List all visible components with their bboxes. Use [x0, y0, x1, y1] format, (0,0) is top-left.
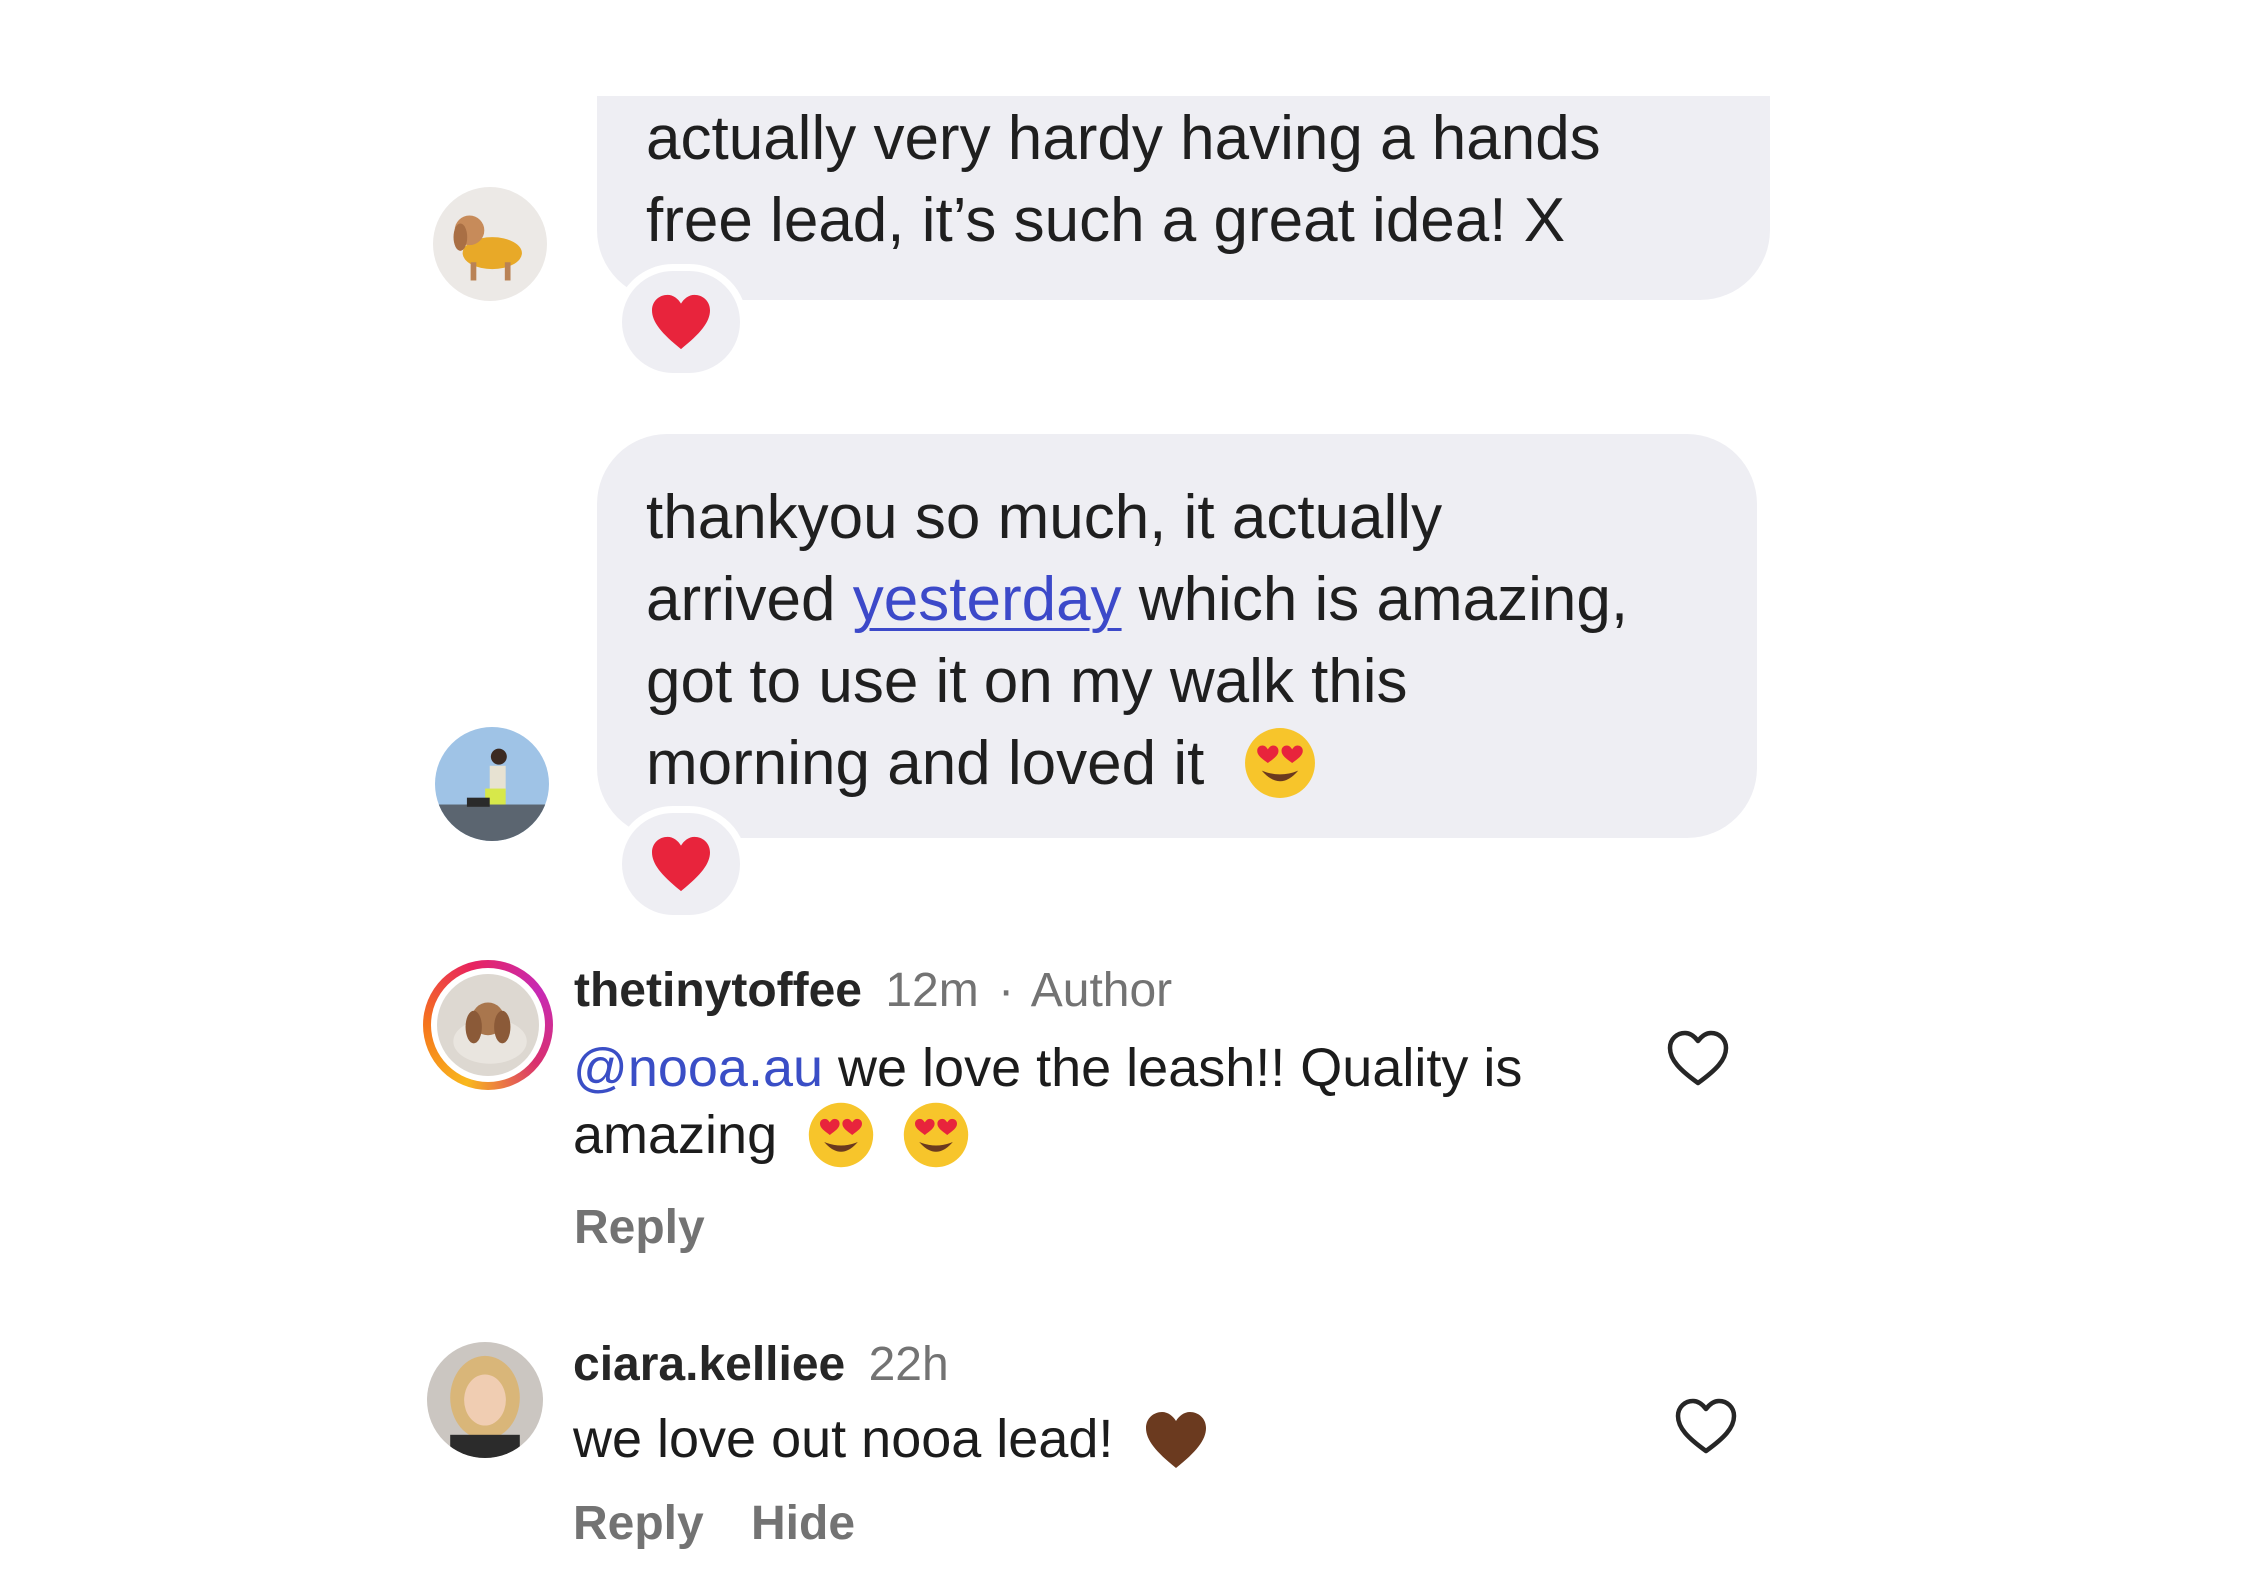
meta-separator: ·	[998, 964, 1015, 1017]
like-heart-icon[interactable]	[1674, 1397, 1738, 1455]
message-bubble[interactable]: actually very hardy having a hands free …	[597, 96, 1770, 300]
comment-text-line: we love out nooa lead!	[573, 1406, 1208, 1472]
message-text-line: thankyou so much, it actually	[646, 483, 1443, 552]
comment-text: amazing	[573, 1105, 778, 1165]
comments-thread: actually very hardy having a hands free …	[0, 0, 2245, 1587]
heart-eyes-emoji-icon	[903, 1102, 969, 1167]
message-text-line: actually very hardy having a hands	[646, 104, 1601, 173]
reaction-badge[interactable]	[615, 806, 747, 922]
story-ring[interactable]	[423, 960, 553, 1090]
reply-button[interactable]: Reply	[573, 1494, 704, 1554]
avatar-person-outdoor[interactable]	[435, 727, 549, 841]
author-badge: Author	[1030, 964, 1173, 1017]
message-text-line: free lead, it’s such a great idea! X	[646, 186, 1566, 255]
red-heart-icon	[652, 294, 710, 350]
avatar-blonde-woman[interactable]	[427, 1342, 543, 1458]
date-link[interactable]: yesterday	[853, 565, 1122, 634]
avatar-dog-brown	[437, 974, 539, 1076]
heart-eyes-emoji-icon	[808, 1102, 874, 1167]
reply-button[interactable]: Reply	[574, 1198, 705, 1258]
heart-eyes-emoji-icon	[1244, 727, 1315, 798]
message-text: arrived	[646, 565, 836, 634]
hide-button[interactable]: Hide	[751, 1494, 855, 1554]
message-text-line: got to use it on my walk this	[646, 647, 1408, 716]
comment-text: we love out nooa lead!	[573, 1409, 1114, 1469]
comment-header: ciara.kelliee 22h	[573, 1335, 949, 1395]
message-text-line: arrived yesterday which is amazing,	[646, 559, 1717, 641]
avatar-dog-yellow-coat[interactable]	[433, 187, 547, 301]
comment-text: we love the leash!! Quality is	[823, 1038, 1523, 1098]
comment-time: 22h	[868, 1338, 949, 1391]
comment-text-line: @nooa.au we love the leash!! Quality is	[573, 1035, 1522, 1101]
username-link[interactable]: ciara.kelliee	[573, 1338, 845, 1391]
reaction-badge[interactable]	[615, 264, 747, 380]
red-heart-icon	[652, 836, 710, 892]
username-link[interactable]: thetinytoffee	[574, 964, 862, 1017]
message-text: which is amazing,	[1138, 565, 1629, 634]
message-bubble[interactable]: thankyou so much, it actually arrived ye…	[597, 434, 1757, 838]
comment-text-line: amazing	[573, 1102, 971, 1170]
brown-heart-emoji-icon	[1146, 1411, 1207, 1468]
comment-time: 12m	[885, 964, 979, 1017]
mention-link[interactable]: @nooa.au	[573, 1038, 823, 1098]
message-text: morning and loved it	[646, 729, 1205, 798]
message-text-line: morning and loved it	[646, 723, 1717, 805]
like-heart-icon[interactable]	[1666, 1029, 1730, 1087]
comment-header: thetinytoffee 12m · Author	[574, 961, 1172, 1021]
